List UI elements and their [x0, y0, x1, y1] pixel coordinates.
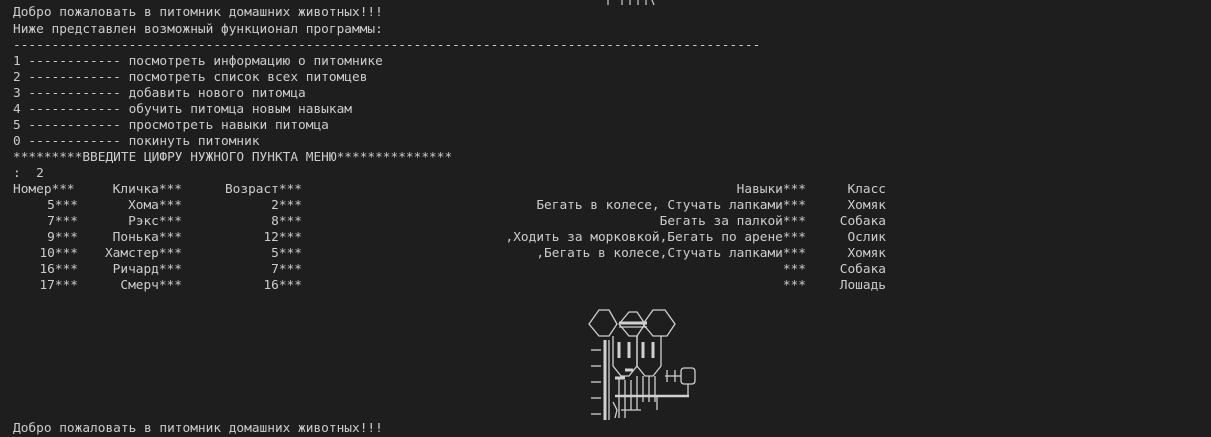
menu-prompt: *********ВВЕДИТЕ ЦИФРУ НУЖНОГО ПУНКТА МЕ…: [13, 150, 453, 165]
header-skills: Навыки***: [736, 182, 806, 197]
welcome-text-repeat: Добро пожаловать в питомник домашних жив…: [13, 421, 383, 436]
user-input-line: : 2: [13, 166, 44, 181]
header-name: Кличка***: [112, 182, 182, 197]
intro-text: Ниже представлен возможный функционал пр…: [13, 22, 383, 37]
separator-line: ----------------------------------------…: [13, 38, 761, 53]
menu-item-3: 3 ------------ добавить нового питомца: [13, 86, 306, 101]
cell-age: 12***: [263, 230, 302, 245]
menu-item-5: 5 ------------ просмотреть навыки питомц…: [13, 118, 329, 133]
cell-age: 16***: [263, 278, 302, 293]
cell-number: 9***: [47, 230, 78, 245]
cell-number: 7***: [47, 214, 78, 229]
cell-age: 5***: [271, 246, 302, 261]
ascii-art-fragment-top: [607, 0, 655, 6]
cell-age: 2***: [271, 198, 302, 213]
cell-skills: ***: [782, 278, 806, 293]
cell-name: Хамстер***: [104, 246, 182, 261]
menu-item-1: 1 ------------ посмотреть информацию о п…: [13, 54, 383, 69]
menu-item-2: 2 ------------ посмотреть список всех пи…: [13, 70, 368, 85]
cell-number: 5***: [47, 198, 78, 213]
cell-class: Ослик: [847, 230, 886, 245]
cell-age: 8***: [271, 214, 302, 229]
cell-class: Собака: [839, 262, 886, 277]
header-class: Класс: [847, 182, 886, 197]
cell-skills: Бегать в колесе, Стучать лапками***: [536, 198, 806, 213]
cell-name: Рэкс***: [128, 214, 182, 229]
cell-skills: Бегать за палкой***: [659, 214, 806, 229]
cell-name: Смерч***: [120, 278, 182, 293]
header-age: Возраст***: [224, 182, 302, 197]
welcome-text: Добро пожаловать в питомник домашних жив…: [13, 5, 383, 20]
cell-name: Ричард***: [112, 262, 182, 277]
cell-number: 17***: [39, 278, 78, 293]
cell-skills: ,Ходить за морковкой,Бегать по арене***: [505, 230, 806, 245]
header-number: Номер***: [13, 182, 75, 197]
menu-item-4: 4 ------------ обучить питомца новым нав…: [13, 102, 352, 117]
menu-item-0: 0 ------------ покинуть питомник: [13, 134, 260, 149]
cell-name: Хома***: [128, 198, 182, 213]
cell-class: Хомяк: [847, 198, 886, 213]
cell-class: Собака: [839, 214, 886, 229]
terminal-output[interactable]: Добро пожаловать в питомник домашних жив…: [0, 0, 1211, 436]
cell-number: 10***: [39, 246, 78, 261]
cell-class: Хомяк: [847, 246, 886, 261]
cell-skills: ,Бегать в колесе,Стучать лапками***: [536, 246, 806, 261]
ascii-art-pet: [588, 309, 696, 420]
cell-skills: ***: [782, 262, 806, 277]
cell-age: 7***: [271, 262, 302, 277]
cell-name: Понька***: [112, 230, 182, 245]
cell-number: 16***: [39, 262, 78, 277]
cell-class: Лошадь: [839, 278, 886, 293]
